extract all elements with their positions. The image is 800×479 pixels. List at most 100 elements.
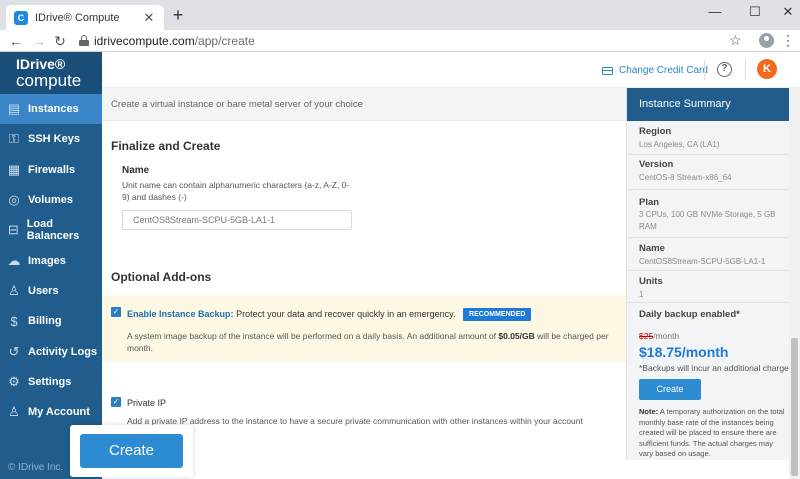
- sidebar-item-activity-logs[interactable]: ↺ Activity Logs: [0, 336, 102, 366]
- floating-create-panel: Create: [70, 425, 193, 477]
- billing-icon: $: [10, 313, 18, 329]
- summary-units-value: 1: [639, 290, 644, 299]
- sidebar-item-label: Images: [28, 254, 66, 267]
- scrollbar-thumb[interactable]: [791, 338, 798, 476]
- minimize-icon[interactable]: —: [703, 3, 727, 21]
- summary-note: Note: A temporary authorization on the t…: [639, 407, 785, 460]
- volume-icon: ◎: [8, 192, 20, 208]
- back-icon[interactable]: ←: [8, 33, 24, 49]
- change-credit-card-label: Change Credit Card: [619, 65, 708, 76]
- key-icon: ⚿: [9, 131, 19, 147]
- sidebar-item-images[interactable]: ☁ Images: [0, 245, 102, 275]
- server-icon: ▤: [7, 101, 21, 117]
- change-credit-card-link[interactable]: Change Credit Card: [602, 65, 708, 76]
- top-header: Change Credit Card ? K: [102, 52, 800, 88]
- new-tab-icon[interactable]: +: [170, 6, 186, 24]
- summary-note-label: Note:: [639, 407, 659, 416]
- avatar[interactable]: K: [757, 59, 777, 79]
- sidebar-item-label: Settings: [28, 375, 72, 388]
- summary-new-price: $18.75/month: [639, 344, 729, 360]
- old-price-suffix: /month: [653, 331, 680, 341]
- sidebar-item-billing[interactable]: $ Billing: [0, 306, 102, 336]
- summary-divider: [627, 237, 789, 238]
- history-icon: ↺: [8, 343, 20, 359]
- summary-divider: [627, 302, 789, 303]
- page-scrollbar[interactable]: [789, 88, 800, 479]
- backup-title: Enable Instance Backup:: [127, 308, 234, 319]
- maximize-icon[interactable]: ☐: [743, 3, 767, 21]
- create-button[interactable]: Create: [80, 434, 183, 468]
- bookmark-star-icon[interactable]: ☆: [729, 32, 742, 49]
- summary-divider: [627, 154, 789, 155]
- private-ip-description: Add a private IP address to the instance…: [127, 416, 583, 426]
- browser-tab[interactable]: C IDrive® Compute ✕: [6, 5, 164, 30]
- name-hint-line2: 9) and dashes (-): [122, 192, 187, 202]
- summary-old-price: $25/month: [639, 331, 679, 341]
- page-subtitle: Create a virtual instance or bare metal …: [111, 99, 363, 110]
- addons-section-title: Optional Add-ons: [111, 270, 212, 284]
- user-icon: ♙: [8, 282, 20, 298]
- name-label: Name: [122, 165, 150, 176]
- sidebar-item-label: Billing: [28, 315, 62, 328]
- backup-desc-1: A system image backup of the instance wi…: [127, 331, 497, 341]
- summary-name-label: Name: [639, 243, 665, 254]
- sidebar-item-label: SSH Keys: [28, 133, 80, 146]
- private-ip-label: Private IP: [127, 398, 167, 408]
- profile-icon[interactable]: [759, 33, 774, 48]
- account-icon: ♙: [8, 404, 20, 420]
- url-path: /app/create: [194, 34, 255, 48]
- page-subtitle-bar: Create a virtual instance or bare metal …: [102, 88, 626, 121]
- sidebar-item-settings[interactable]: ⚙ Settings: [0, 367, 102, 397]
- url-field[interactable]: idrivecompute.com/app/create: [94, 34, 255, 48]
- load-balancer-icon: ⊟: [7, 222, 19, 238]
- lock-icon[interactable]: [79, 35, 89, 46]
- private-ip-checkbox[interactable]: ✓: [111, 397, 121, 407]
- summary-version-value: CentOS-8 Stream-x86_64: [639, 173, 732, 182]
- help-icon[interactable]: ?: [717, 62, 732, 77]
- instance-summary-panel: Instance Summary Region Los Angeles, CA …: [626, 88, 789, 460]
- sidebar-item-label: Load Balancers: [26, 218, 80, 243]
- browser-menu-icon[interactable]: ⋮: [781, 32, 795, 48]
- summary-name-value: CentOS8Stream-SCPU-5GB-LA1-1: [639, 257, 766, 266]
- summary-divider: [627, 270, 789, 271]
- sidebar-item-label: My Account: [28, 406, 90, 419]
- logo-text-bottom: compute: [16, 70, 82, 90]
- sidebar-item-volumes[interactable]: ◎ Volumes: [0, 185, 102, 215]
- header-divider: [704, 60, 705, 80]
- sidebar-item-label: Volumes: [28, 194, 74, 207]
- address-bar: ← → ↻ idrivecompute.com/app/create ☆ ⋮: [0, 30, 800, 52]
- summary-region-value: Los Angeles, CA (LA1): [639, 140, 720, 149]
- sidebar: IDrive® compute ▤ Instances ⚿ SSH Keys ▦…: [0, 52, 102, 479]
- sidebar-item-instances[interactable]: ▤ Instances: [0, 94, 102, 125]
- window-close-icon[interactable]: ✕: [776, 3, 800, 21]
- instance-name-input[interactable]: CentOS8Stream-SCPU-5GB-LA1-1: [122, 210, 352, 230]
- old-price-amount: $25: [639, 331, 654, 341]
- backup-checkbox[interactable]: ✓: [111, 307, 121, 317]
- summary-plan-label: Plan: [639, 197, 660, 208]
- summary-plan-value: 3 CPUs, 100 GB NVMe Storage, 5 GB RAM: [639, 210, 776, 231]
- idrive-compute-logo[interactable]: IDrive® compute: [0, 52, 102, 94]
- reload-icon[interactable]: ↻: [52, 33, 68, 49]
- firewall-icon: ▦: [7, 161, 21, 177]
- summary-backup-label: Daily backup enabled*: [639, 309, 740, 320]
- summary-create-button[interactable]: Create: [639, 379, 701, 400]
- credit-card-icon: [602, 66, 613, 75]
- finalize-section-title: Finalize and Create: [111, 139, 221, 153]
- sidebar-item-label: Firewalls: [28, 163, 76, 176]
- header-divider: [745, 60, 746, 80]
- cloud-upload-icon: ☁: [7, 252, 21, 268]
- sidebar-item-firewalls[interactable]: ▦ Firewalls: [0, 155, 102, 185]
- forward-icon[interactable]: →: [31, 33, 47, 49]
- sidebar-item-ssh-keys[interactable]: ⚿ SSH Keys: [0, 124, 102, 154]
- sidebar-item-label: Instances: [28, 103, 79, 116]
- sidebar-item-users[interactable]: ♙ Users: [0, 276, 102, 306]
- backup-desc-amount: $0.05/GB: [498, 331, 535, 341]
- sidebar-item-my-account[interactable]: ♙ My Account: [0, 397, 102, 427]
- sidebar-item-load-balancers[interactable]: ⊟ Load Balancers: [0, 215, 102, 245]
- summary-backup-note: *Backups will incur an additional charge: [639, 363, 789, 373]
- logo-text-top: IDrive®: [16, 55, 66, 72]
- url-host: idrivecompute.com: [94, 34, 195, 48]
- name-hint-line1: Unit name can contain alphanumeric chara…: [122, 180, 350, 190]
- summary-region-label: Region: [639, 126, 672, 137]
- close-tab-icon[interactable]: ✕: [142, 10, 156, 26]
